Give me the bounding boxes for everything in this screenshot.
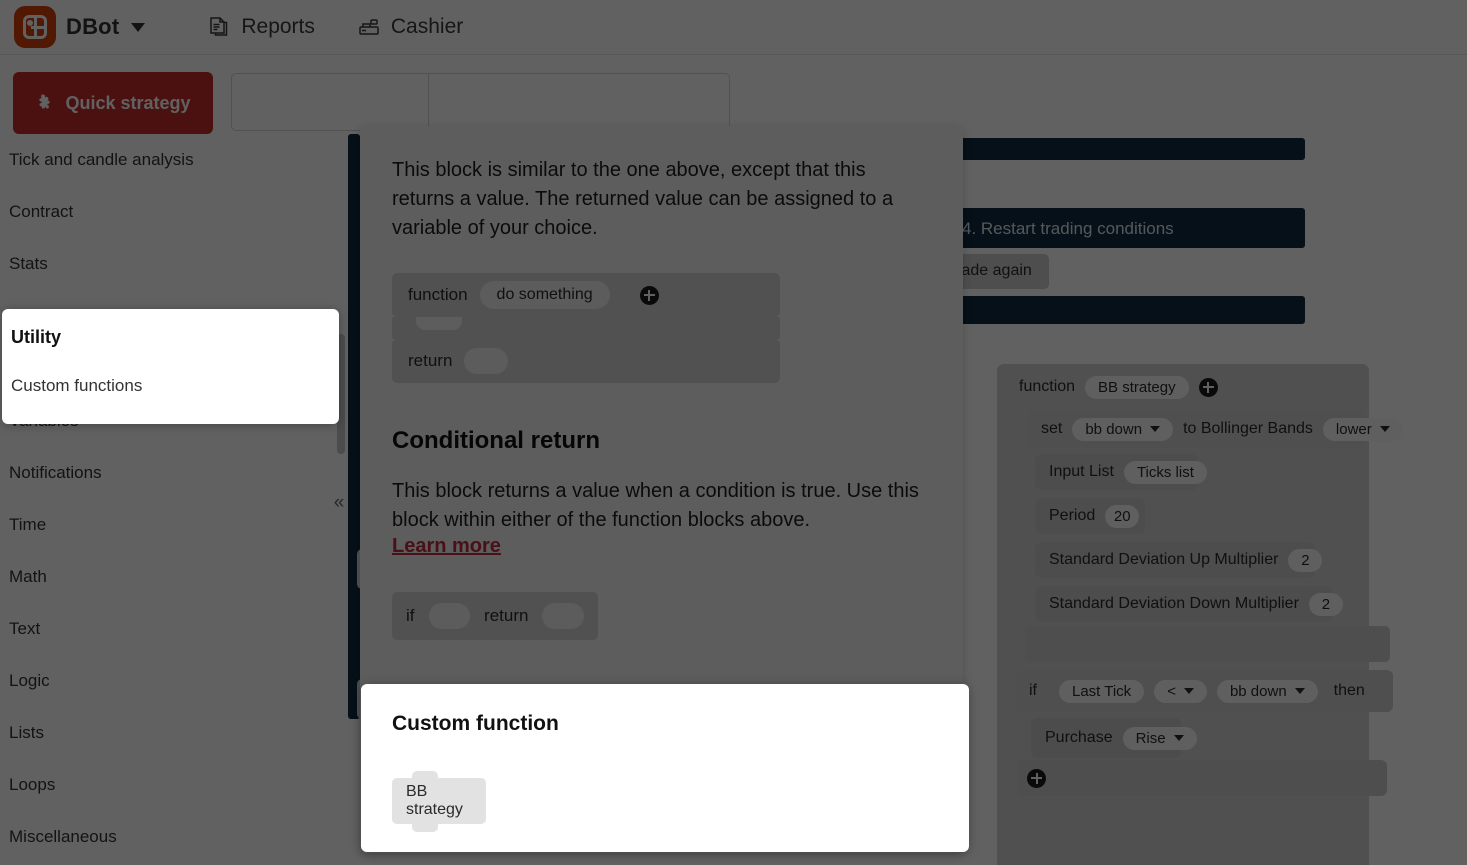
app-root: DBot Reports bbox=[0, 0, 1467, 865]
custom-function-spotlight[interactable]: Custom function BB strategy bbox=[361, 684, 969, 852]
bb-strategy-call-block[interactable]: BB strategy bbox=[392, 771, 486, 832]
custom-functions-item[interactable]: Custom functions bbox=[11, 376, 339, 396]
utility-title: Utility bbox=[11, 327, 62, 347]
utility-category-spotlight[interactable]: Utility Custom functions bbox=[2, 309, 339, 424]
custom-function-title: Custom function bbox=[392, 712, 559, 735]
bb-strategy-call-label: BB strategy bbox=[406, 783, 463, 818]
